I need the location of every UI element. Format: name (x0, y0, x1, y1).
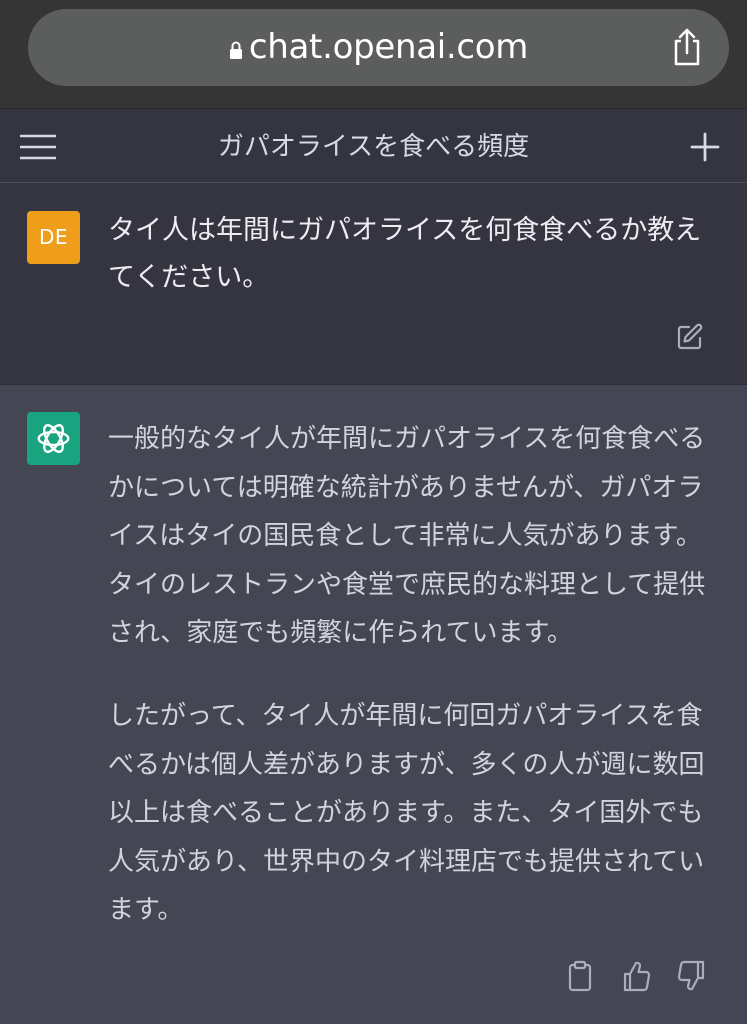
user-message-text: タイ人は年間にガパオライスを何食食べるか教えてください。 (108, 215, 702, 293)
url-text: chat.openai.com (248, 27, 529, 67)
copy-clipboard-icon[interactable] (565, 960, 595, 992)
assistant-message-text: 一般的なタイ人が年間にガパオライスを何食食べるかについては明確な統計がありません… (108, 415, 712, 969)
share-icon[interactable] (669, 27, 705, 67)
hamburger-menu-icon[interactable] (20, 134, 56, 160)
url-display[interactable]: chat.openai.com (28, 9, 729, 86)
message-actions (565, 960, 707, 992)
user-message: DE タイ人は年間にガパオライスを何食食べるか教えてください。 (0, 183, 747, 385)
address-bar[interactable]: chat.openai.com (28, 9, 729, 86)
assistant-paragraph: 一般的なタイ人が年間にガパオライスを何食食べるかについては明確な統計がありません… (108, 424, 706, 649)
chatgpt-logo-icon (27, 412, 80, 465)
thumbs-down-icon[interactable] (677, 960, 707, 992)
assistant-message: 一般的なタイ人が年間にガパオライスを何食食べるかについては明確な統計がありません… (0, 385, 747, 1024)
user-avatar: DE (27, 211, 80, 264)
chat-header: ガパオライスを食べる頻度 (0, 109, 747, 183)
new-chat-plus-icon[interactable] (690, 132, 720, 162)
assistant-paragraph: したがって、タイ人が年間に何回ガパオライスを食べるかは個人差がありますが、多くの… (108, 700, 705, 926)
lock-icon (229, 41, 242, 59)
edit-icon[interactable] (676, 323, 704, 351)
thumbs-up-icon[interactable] (621, 960, 651, 992)
chat-title: ガパオライスを食べる頻度 (217, 132, 530, 162)
browser-toolbar: chat.openai.com (0, 0, 747, 109)
